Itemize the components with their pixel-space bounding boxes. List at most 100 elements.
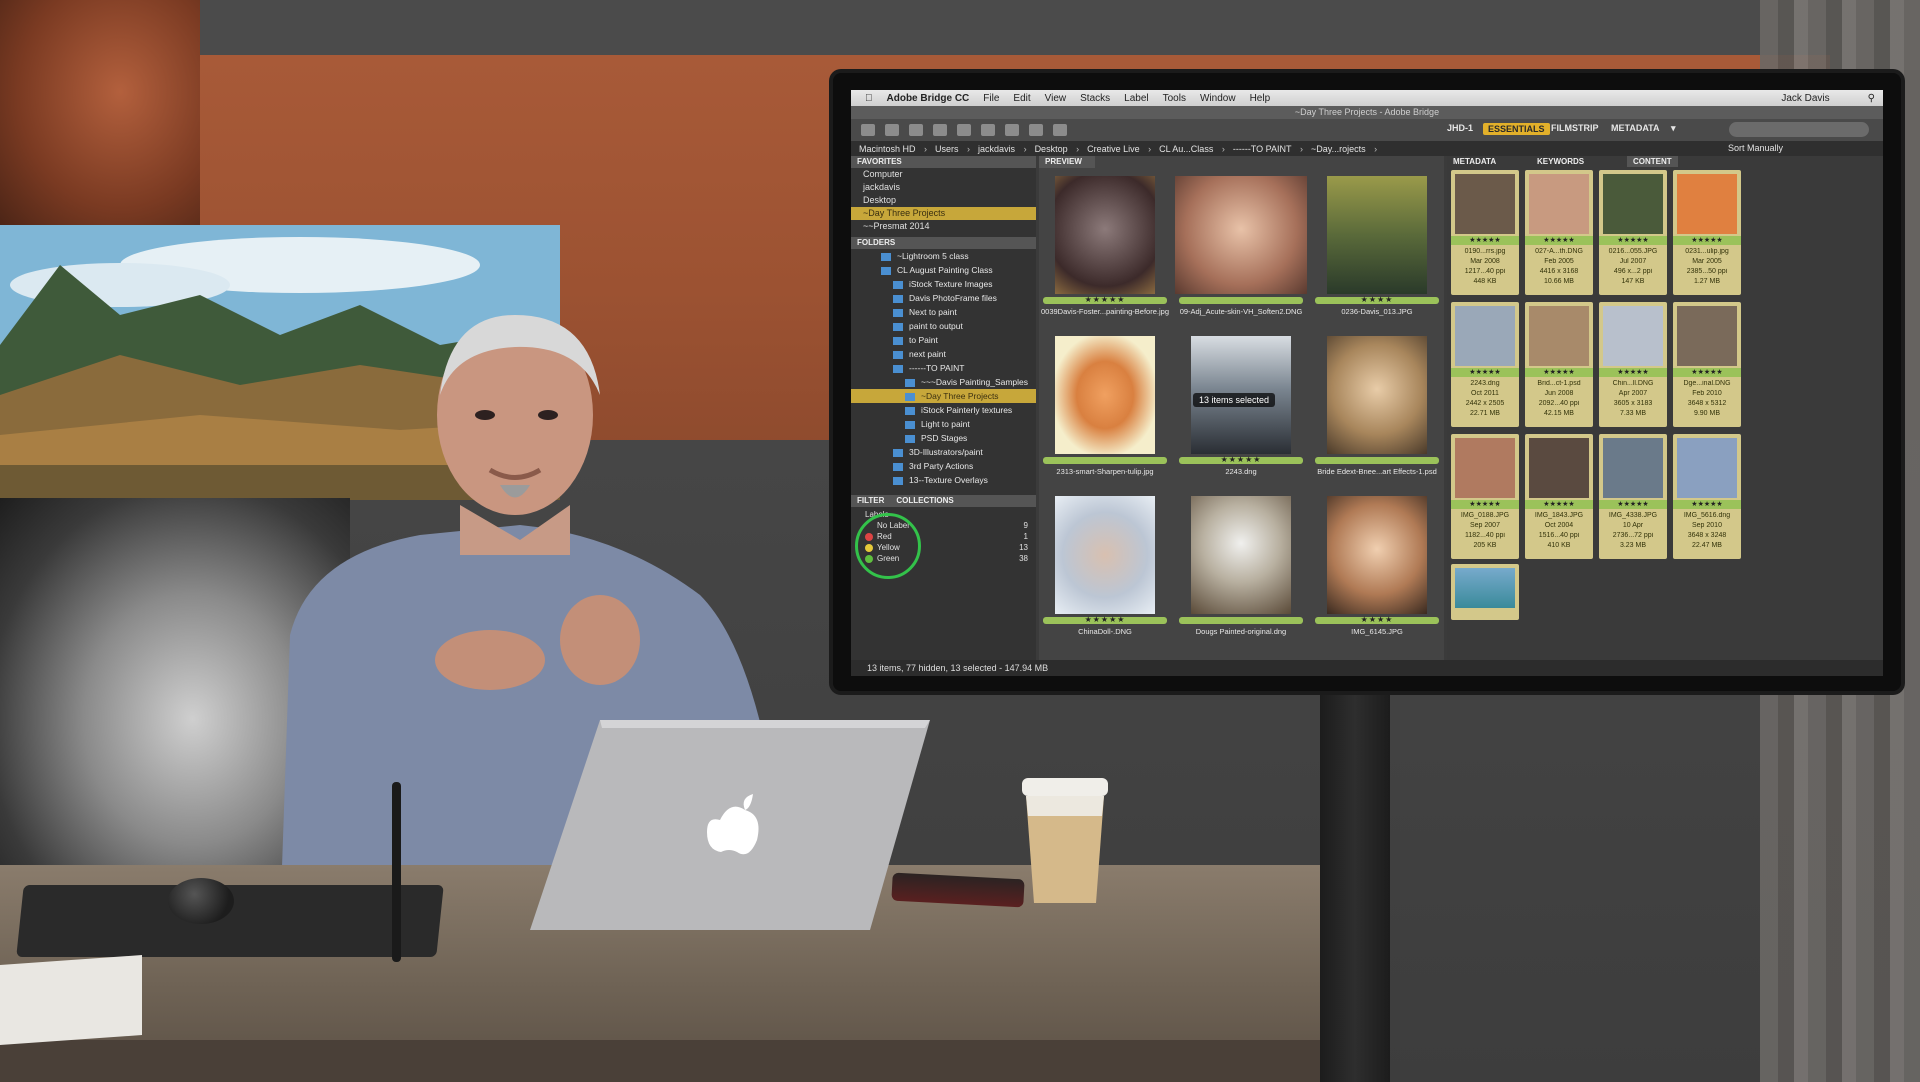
refine-icon[interactable] (981, 124, 995, 136)
tab-preview[interactable]: PREVIEW (1039, 156, 1095, 168)
recent-folder-icon[interactable] (909, 124, 923, 136)
metadata-cell[interactable]: ★★★★★ 027-A...th.DNG Feb 2005 4416 x 3168 10… (1525, 170, 1593, 295)
favorite-item[interactable]: ~~Presmat 2014 (851, 220, 1036, 233)
rotate-left-icon[interactable] (1029, 124, 1043, 136)
open-in-camera-raw-icon[interactable] (1005, 124, 1019, 136)
boomerang-icon[interactable] (933, 124, 947, 136)
crumb-creative-live[interactable]: Creative Live (1087, 144, 1151, 154)
rotate-right-icon[interactable] (1053, 124, 1067, 136)
apple-menu-icon[interactable]:  (865, 93, 873, 104)
thumbnail-cell[interactable]: 09-Adj_Acute-skin-VH_Soften2.DNG (1175, 168, 1307, 328)
spotlight-icon[interactable]: ⚲ (1868, 93, 1875, 104)
metadata-dimensions: 3648 x 3248 (1687, 532, 1727, 539)
metadata-cell[interactable]: ★★★★★ Chin...ll.DNG Apr 2007 3605 x 3183 7.3… (1599, 302, 1667, 427)
rating-stars: ★★★★★ (1599, 368, 1667, 377)
app-menu[interactable]: Adobe Bridge CC (887, 93, 970, 104)
menu-stacks[interactable]: Stacks (1080, 93, 1110, 104)
menu-file[interactable]: File (983, 93, 999, 104)
metadata-cell[interactable]: ★★★★★ IMG_4338.JPG 10 Apr 2736...72 ppi 3.23… (1599, 434, 1667, 559)
crumb-desktop[interactable]: Desktop (1035, 144, 1080, 154)
thumbnail-cell[interactable]: 13 items selected ★★★★★ 2243.dng (1175, 328, 1307, 488)
tab-folders[interactable]: FOLDERS (851, 237, 1036, 249)
folder-item[interactable]: iStock Painterly textures (851, 403, 1036, 417)
folder-item[interactable]: ------TO PAINT (851, 361, 1036, 375)
metadata-file-size: 7.33 MB (1619, 410, 1647, 417)
metadata-cell[interactable]: ★★★★★ IMG_1843.JPG Oct 2004 1516...40 ppi 41… (1525, 434, 1593, 559)
workspace-filmstrip[interactable]: FILMSTRIP (1551, 123, 1599, 133)
workspace-metadata[interactable]: METADATA (1611, 123, 1660, 133)
metadata-cell[interactable]: ★★★★★ 2243.dng Oct 2011 2442 x 2505 22.71 MB (1451, 302, 1519, 427)
tab-favorites[interactable]: FAVORITES (851, 156, 1036, 168)
metadata-cell[interactable]: ★★★★★ 0216...055.JPG Jul 2007 496 x...2 ppi… (1599, 170, 1667, 295)
crumb-day-projects[interactable]: ~Day...rojects (1311, 144, 1377, 154)
folder-item[interactable]: Davis PhotoFrame files (851, 291, 1036, 305)
metadata-thumbnail (1529, 438, 1589, 498)
workspace-menu-icon[interactable]: ▾ (1671, 123, 1676, 134)
metadata-thumbnail (1529, 174, 1589, 234)
get-photos-icon[interactable] (957, 124, 971, 136)
folder-item[interactable]: next paint (851, 347, 1036, 361)
tab-filter[interactable]: FILTER (857, 495, 884, 507)
folder-item[interactable]: ~~~Davis Painting_Samples (851, 375, 1036, 389)
workspace-essentials[interactable]: ESSENTIALS (1483, 123, 1550, 135)
folder-icon (893, 294, 903, 303)
folder-item[interactable]: paint to output (851, 319, 1036, 333)
metadata-cell[interactable]: ★★★★★ 0231...ulip.jpg Mar 2005 2385...50 pp… (1673, 170, 1741, 295)
crumb-macintosh-hd[interactable]: Macintosh HD (859, 144, 927, 154)
metadata-cell[interactable]: ★★★★★ 0190...rrs.jpg Mar 2008 1217...40 ppi… (1451, 170, 1519, 295)
thumbnail-cell[interactable]: 2313-smart-Sharpen-tulip.jpg (1039, 328, 1171, 488)
crumb-jackdavis[interactable]: jackdavis (978, 144, 1027, 154)
tab-content[interactable]: CONTENT (1627, 156, 1678, 167)
back-icon[interactable] (861, 124, 875, 136)
folder-icon (905, 378, 915, 387)
folder-item[interactable]: to Paint (851, 333, 1036, 347)
sort-menu[interactable]: Sort Manually (1728, 143, 1783, 153)
metadata-file-size: 9.90 MB (1693, 410, 1721, 417)
folder-item[interactable]: PSD Stages (851, 431, 1036, 445)
crumb-to-paint[interactable]: ------TO PAINT (1233, 144, 1303, 154)
metadata-cell[interactable]: ★★★★★ Dge...inal.DNG Feb 2010 3648 x 5312 9.… (1673, 302, 1741, 427)
folder-item[interactable]: ~Lightroom 5 class (851, 249, 1036, 263)
menu-view[interactable]: View (1045, 93, 1067, 104)
thumbnail-cell[interactable]: ★★★★★ 0039Davis-Foster...painting-Before… (1039, 168, 1171, 328)
workspace-jhd[interactable]: JHD-1 (1447, 123, 1473, 133)
metadata-cell[interactable]: ★★★★★ IMG_0188.JPG Sep 2007 1182...40 ppi 20… (1451, 434, 1519, 559)
favorite-item-selected[interactable]: ~Day Three Projects (851, 207, 1036, 220)
folder-item[interactable]: 3rd Party Actions (851, 459, 1036, 473)
metadata-cell[interactable]: ★★★★★ IMG_5616.dng Sep 2010 3648 x 3248 22.4… (1673, 434, 1741, 559)
thumbnail-cell[interactable]: ★★★★ IMG_6145.JPG (1311, 488, 1443, 648)
menu-edit[interactable]: Edit (1013, 93, 1030, 104)
folder-item[interactable]: CL August Painting Class (851, 263, 1036, 277)
forward-icon[interactable] (885, 124, 899, 136)
thumbnail-cell[interactable]: Bride Edext-Bnee...art Effects-1.psd (1311, 328, 1443, 488)
tab-metadata[interactable]: METADATA (1453, 156, 1496, 167)
menu-help[interactable]: Help (1250, 93, 1271, 104)
metadata-cell[interactable] (1451, 564, 1519, 620)
metadata-dimensions: 1516...40 ppi (1538, 532, 1580, 539)
thumbnail-cell[interactable]: ★★★★ 0236-Davis_013.JPG (1311, 168, 1443, 328)
tab-keywords[interactable]: KEYWORDS (1537, 156, 1584, 167)
metadata-file-name: IMG_5616.dng (1683, 512, 1731, 519)
thumbnail-cell[interactable]: Dougs Painted-original.dng (1175, 488, 1307, 648)
menu-tools[interactable]: Tools (1163, 93, 1186, 104)
metadata-thumbnail (1455, 174, 1515, 234)
tab-collections[interactable]: COLLECTIONS (896, 495, 953, 507)
favorite-item[interactable]: Computer (851, 168, 1036, 181)
favorite-item[interactable]: Desktop (851, 194, 1036, 207)
user-name[interactable]: Jack Davis (1781, 93, 1829, 104)
folder-item[interactable]: Next to paint (851, 305, 1036, 319)
menu-window[interactable]: Window (1200, 93, 1236, 104)
menu-label[interactable]: Label (1124, 93, 1148, 104)
folder-item[interactable]: 13--Texture Overlays (851, 473, 1036, 487)
metadata-cell[interactable]: ★★★★★ Brid...ct-1.psd Jun 2008 2092...40 pp… (1525, 302, 1593, 427)
folder-item[interactable]: Light to paint (851, 417, 1036, 431)
folder-item-selected[interactable]: ~Day Three Projects (851, 389, 1036, 403)
crumb-cl-class[interactable]: CL Au...Class (1159, 144, 1225, 154)
search-input[interactable] (1729, 122, 1869, 137)
folder-item[interactable]: iStock Texture Images (851, 277, 1036, 291)
metadata-thumbnail (1529, 306, 1589, 366)
crumb-users[interactable]: Users (935, 144, 970, 154)
favorite-item[interactable]: jackdavis (851, 181, 1036, 194)
folder-item[interactable]: 3D-Illustrators/paint (851, 445, 1036, 459)
thumbnail-cell[interactable]: ★★★★★ ChinaDoll-.DNG (1039, 488, 1171, 648)
